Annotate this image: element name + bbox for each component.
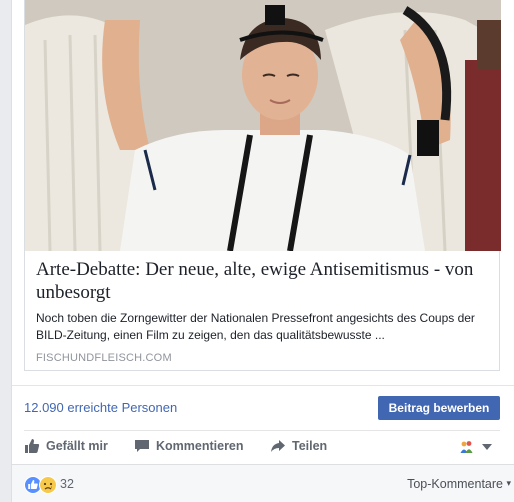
link-preview-image[interactable] xyxy=(25,0,501,251)
audience-selector[interactable] xyxy=(460,440,493,454)
thumbs-up-icon xyxy=(25,439,40,453)
like-label: Gefällt mir xyxy=(46,439,108,453)
chevron-down-icon xyxy=(482,444,492,450)
link-description: Noch toben die Zorngewitter der National… xyxy=(36,311,475,342)
comment-sort-dropdown[interactable]: Top-Kommentare ▾ xyxy=(407,477,511,491)
like-button[interactable]: Gefällt mir xyxy=(24,438,108,454)
divider xyxy=(12,385,514,386)
caret-down-icon: ▾ xyxy=(506,478,511,488)
link-domain: FISCHUNDFLEISCH.COM xyxy=(36,352,172,364)
link-preview[interactable]: Arte-Debatte: Der neue, alte, ewige Anti… xyxy=(24,0,501,371)
link-title[interactable]: Arte-Debatte: Der neue, alte, ewige Anti… xyxy=(36,258,496,304)
link-preview-text[interactable]: Arte-Debatte: Der neue, alte, ewige Anti… xyxy=(36,258,496,364)
comment-label: Kommentieren xyxy=(156,439,244,453)
reach-count-link[interactable]: 12.090 erreichte Personen xyxy=(24,400,177,415)
share-label: Teilen xyxy=(292,439,328,453)
people-icon xyxy=(460,441,473,453)
post-card: Arte-Debatte: Der neue, alte, ewige Anti… xyxy=(11,0,514,502)
comment-sort-label: Top-Kommentare xyxy=(407,477,503,491)
share-icon xyxy=(271,440,285,452)
reaction-icons[interactable] xyxy=(24,476,57,494)
share-button[interactable]: Teilen xyxy=(270,438,327,454)
reaction-count[interactable]: 32 xyxy=(60,477,74,491)
reactions-bar: 32 Top-Kommentare ▾ xyxy=(12,464,514,502)
comment-icon xyxy=(135,440,149,452)
boy-photo-illustration xyxy=(25,0,501,251)
comment-button[interactable]: Kommentieren xyxy=(134,438,244,454)
sad-reaction-icon xyxy=(39,476,57,494)
boost-post-button[interactable]: Beitrag bewerben xyxy=(378,396,500,420)
divider xyxy=(24,430,500,431)
action-bar: Gefällt mir Kommentieren Teilen xyxy=(12,432,514,462)
